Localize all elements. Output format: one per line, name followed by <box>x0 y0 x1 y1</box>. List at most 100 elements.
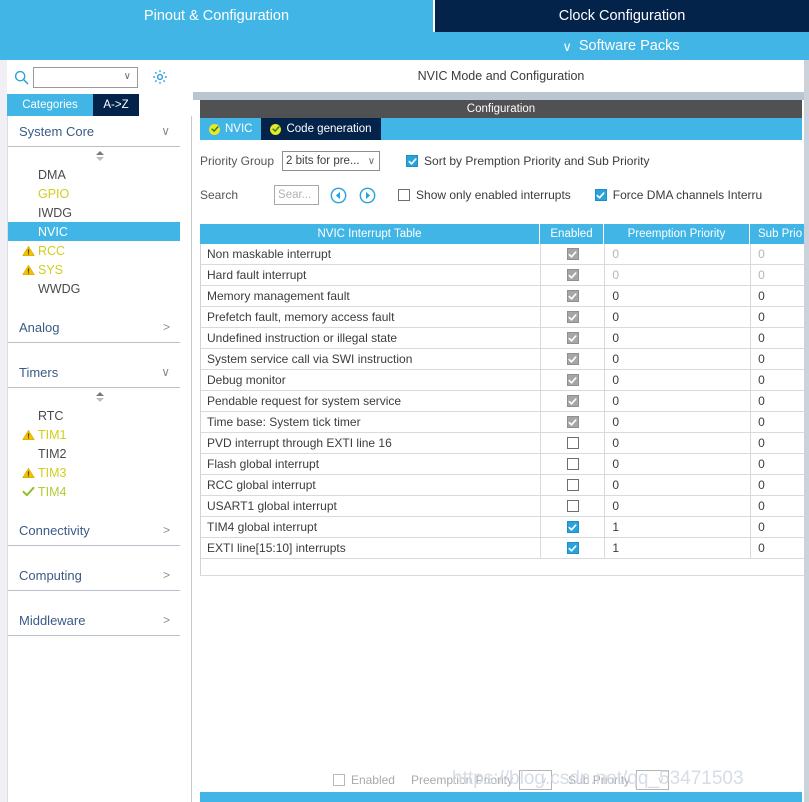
cell-sub-priority[interactable]: 0 <box>750 349 809 369</box>
table-row[interactable]: Memory management fault 0 0 <box>201 286 809 307</box>
cell-preemption-priority[interactable]: 0 <box>604 370 750 390</box>
right-edge-scrollbar[interactable] <box>804 60 809 802</box>
cell-sub-priority[interactable]: 0 <box>750 286 809 306</box>
table-row[interactable]: TIM4 global interrupt 1 0 <box>201 517 809 538</box>
table-row[interactable]: RCC global interrupt 0 0 <box>201 475 809 496</box>
column-header-name[interactable]: NVIC Interrupt Table <box>200 224 540 244</box>
table-row[interactable]: Flash global interrupt 0 0 <box>201 454 809 475</box>
search-input[interactable]: ∨ <box>33 66 138 88</box>
sidebar-item-gpio[interactable]: GPIO <box>8 184 191 203</box>
tab-pinout-configuration[interactable]: Pinout & Configuration <box>0 0 433 32</box>
sidebar-item-rtc[interactable]: RTC <box>8 406 191 425</box>
cell-preemption-priority[interactable]: 0 <box>604 496 750 516</box>
cell-sub-priority[interactable]: 0 <box>750 496 809 516</box>
sidebar-item-iwdg[interactable]: IWDG <box>8 203 191 222</box>
cell-sub-priority[interactable]: 0 <box>750 244 809 264</box>
cell-preemption-priority[interactable]: 1 <box>604 517 750 537</box>
row-enabled-checkbox[interactable] <box>566 311 579 323</box>
row-enabled-checkbox[interactable] <box>566 353 579 365</box>
footer-sub-priority-select[interactable]: ∨ <box>636 770 670 790</box>
sidebar-item-rcc[interactable]: RCC <box>8 241 191 260</box>
sidebar-scrollbar[interactable] <box>0 60 8 802</box>
sidebar-group-connectivity[interactable]: Connectivity > <box>8 515 180 546</box>
gear-icon[interactable] <box>151 68 169 86</box>
cell-preemption-priority[interactable]: 0 <box>604 391 750 411</box>
cell-sub-priority[interactable]: 0 <box>750 307 809 327</box>
table-row[interactable]: Non maskable interrupt 0 0 <box>201 244 809 265</box>
cell-sub-priority[interactable]: 0 <box>750 265 809 285</box>
row-enabled-checkbox[interactable] <box>566 521 579 533</box>
sidebar-group-analog[interactable]: Analog > <box>8 312 180 343</box>
table-row[interactable]: PVD interrupt through EXTI line 16 0 0 <box>201 433 809 454</box>
scroll-spinner-icon[interactable] <box>8 147 191 165</box>
column-header-enabled[interactable]: Enabled <box>540 224 604 244</box>
tab-nvic[interactable]: NVIC <box>200 118 262 140</box>
cell-preemption-priority[interactable]: 0 <box>604 286 750 306</box>
cell-sub-priority[interactable]: 0 <box>750 538 809 558</box>
table-row[interactable]: Prefetch fault, memory access fault 0 0 <box>201 307 809 328</box>
cell-preemption-priority[interactable]: 0 <box>604 475 750 495</box>
cell-sub-priority[interactable]: 0 <box>750 517 809 537</box>
sort-by-priority-checkbox[interactable]: Sort by Premption Priority and Sub Prior… <box>406 154 649 168</box>
sidebar-group-computing[interactable]: Computing > <box>8 560 180 591</box>
table-row[interactable]: USART1 global interrupt 0 0 <box>201 496 809 517</box>
cell-preemption-priority[interactable]: 1 <box>604 538 750 558</box>
table-row[interactable]: Undefined instruction or illegal state 0 0 <box>201 328 809 349</box>
tab-clock-configuration[interactable]: Clock Configuration <box>433 0 809 32</box>
row-enabled-checkbox[interactable] <box>566 290 579 302</box>
cell-preemption-priority[interactable]: 0 <box>604 412 750 432</box>
priority-group-select[interactable]: 2 bits for pre... ∨ <box>282 151 381 171</box>
column-header-preemption-priority[interactable]: Preemption Priority <box>604 224 750 244</box>
row-enabled-checkbox[interactable] <box>566 542 579 554</box>
cell-preemption-priority[interactable]: 0 <box>604 244 750 264</box>
footer-preemption-select[interactable]: ∨ <box>519 770 553 790</box>
row-enabled-checkbox[interactable] <box>566 479 579 491</box>
row-enabled-checkbox[interactable] <box>566 374 579 386</box>
cell-preemption-priority[interactable]: 0 <box>604 307 750 327</box>
cell-sub-priority[interactable]: 0 <box>750 370 809 390</box>
table-row[interactable]: Debug monitor 0 0 <box>201 370 809 391</box>
cell-sub-priority[interactable]: 0 <box>750 433 809 453</box>
row-enabled-checkbox[interactable] <box>566 332 579 344</box>
cell-sub-priority[interactable]: 0 <box>750 412 809 432</box>
cell-preemption-priority[interactable]: 0 <box>604 433 750 453</box>
sidebar-item-wwdg[interactable]: WWDG <box>8 279 191 298</box>
sidebar-group-system-core[interactable]: System Core ∨ <box>8 116 180 147</box>
tab-a-to-z[interactable]: A->Z <box>93 94 139 116</box>
sidebar-group-timers[interactable]: Timers ∨ <box>8 357 180 388</box>
sidebar-item-nvic[interactable]: NVIC <box>8 222 180 241</box>
table-row[interactable]: System service call via SWI instruction 0… <box>201 349 809 370</box>
row-enabled-checkbox[interactable] <box>566 416 579 428</box>
table-row[interactable]: EXTI line[15:10] interrupts 1 0 <box>201 538 809 559</box>
tab-categories[interactable]: Categories <box>7 94 93 116</box>
table-row[interactable]: Time base: System tick timer 0 0 <box>201 412 809 433</box>
row-enabled-checkbox[interactable] <box>566 437 579 449</box>
scroll-spinner-icon[interactable] <box>8 388 191 406</box>
sidebar-item-tim1[interactable]: TIM1 <box>8 425 191 444</box>
footer-enabled-checkbox[interactable]: Enabled <box>332 773 395 787</box>
cell-sub-priority[interactable]: 0 <box>750 328 809 348</box>
row-enabled-checkbox[interactable] <box>566 395 579 407</box>
table-row[interactable]: Hard fault interrupt 0 0 <box>201 265 809 286</box>
row-enabled-checkbox[interactable] <box>566 458 579 470</box>
tab-code-generation[interactable]: Code generation <box>261 118 381 140</box>
sidebar-item-tim3[interactable]: TIM3 <box>8 463 191 482</box>
cell-preemption-priority[interactable]: 0 <box>604 265 750 285</box>
row-enabled-checkbox[interactable] <box>566 500 579 512</box>
sidebar-item-dma[interactable]: DMA <box>8 165 191 184</box>
sidebar-item-sys[interactable]: SYS <box>8 260 191 279</box>
software-packs-menu[interactable]: ∨ Software Packs <box>433 32 809 60</box>
cell-preemption-priority[interactable]: 0 <box>604 454 750 474</box>
show-only-enabled-checkbox[interactable]: Show only enabled interrupts <box>398 188 571 202</box>
cell-preemption-priority[interactable]: 0 <box>604 349 750 369</box>
sidebar-item-tim4[interactable]: TIM4 <box>8 482 191 501</box>
prev-search-icon[interactable] <box>328 185 348 205</box>
column-header-sub-priority[interactable]: Sub Prio <box>750 224 809 244</box>
cell-sub-priority[interactable]: 0 <box>750 454 809 474</box>
cell-preemption-priority[interactable]: 0 <box>604 328 750 348</box>
next-search-icon[interactable] <box>357 185 377 205</box>
interrupt-search-input[interactable]: Sear... <box>274 185 320 205</box>
sidebar-item-tim2[interactable]: TIM2 <box>8 444 191 463</box>
cell-sub-priority[interactable]: 0 <box>750 391 809 411</box>
cell-sub-priority[interactable]: 0 <box>750 475 809 495</box>
